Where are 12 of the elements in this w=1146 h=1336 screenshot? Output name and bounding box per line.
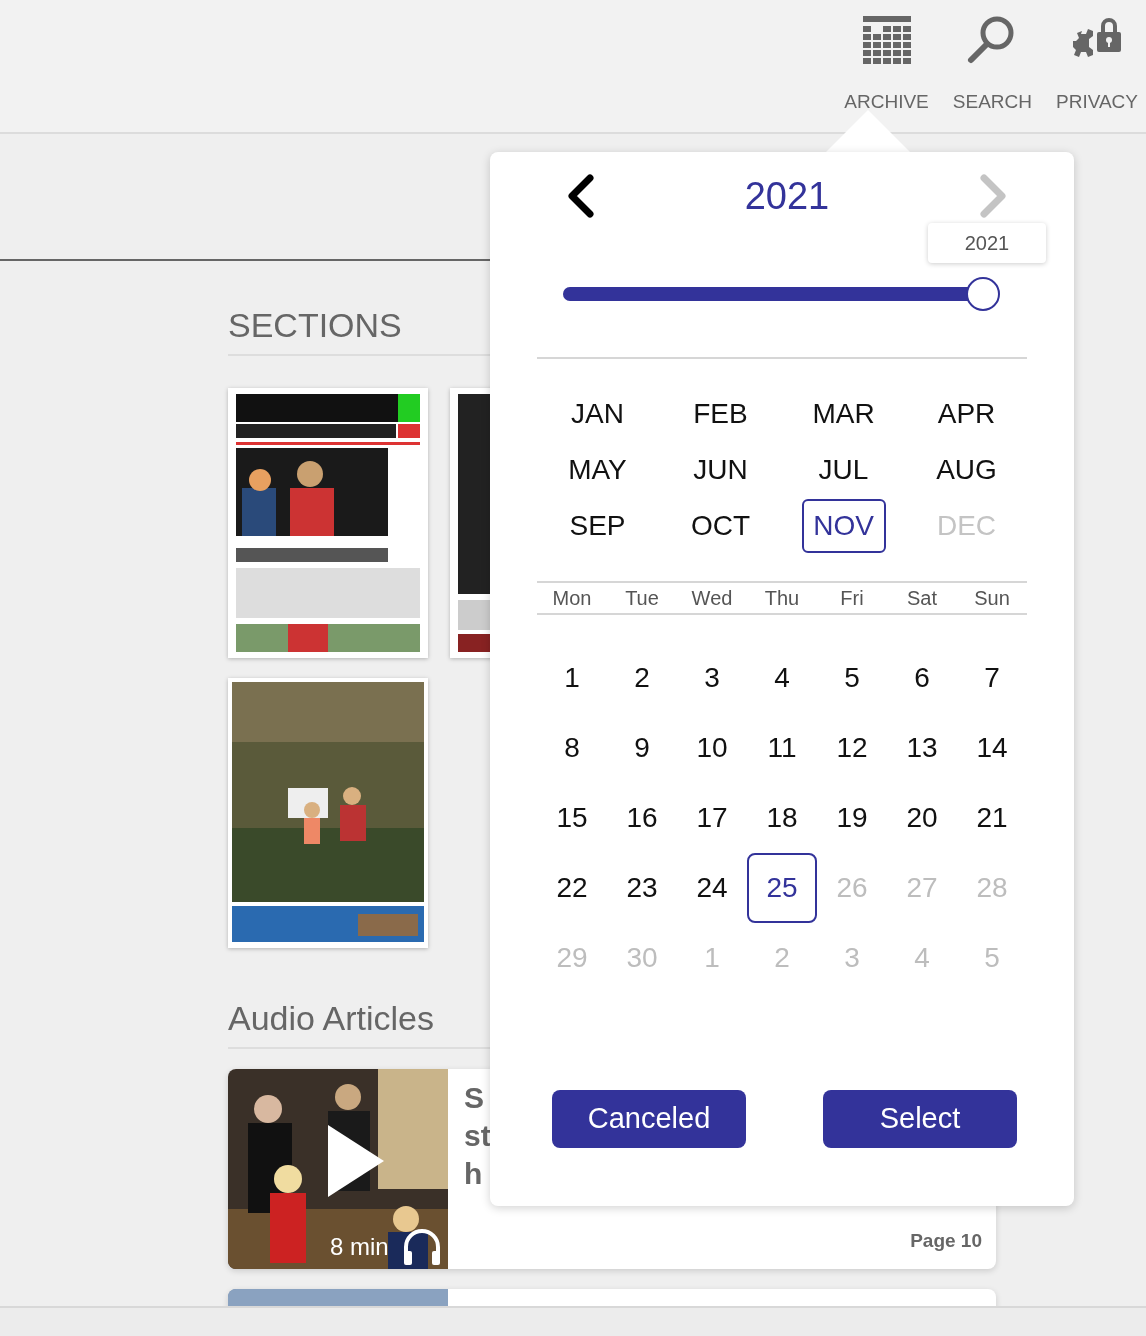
- article-title: S st h: [464, 1080, 491, 1192]
- year-tooltip: 2021: [928, 223, 1046, 263]
- weekday-label: Fri: [839, 586, 865, 611]
- weekday-label: Tue: [624, 586, 660, 611]
- weekday-label: Mon: [551, 586, 593, 611]
- weekday-label: Sun: [973, 586, 1011, 611]
- weekday-label: Thu: [763, 586, 801, 611]
- page-number: Page 10: [910, 1228, 982, 1253]
- weekday-label: Wed: [690, 586, 734, 611]
- weekday-label: Sat: [906, 586, 938, 611]
- duration-text: 8 min: [330, 1232, 389, 1262]
- year-title: 2021: [744, 173, 830, 219]
